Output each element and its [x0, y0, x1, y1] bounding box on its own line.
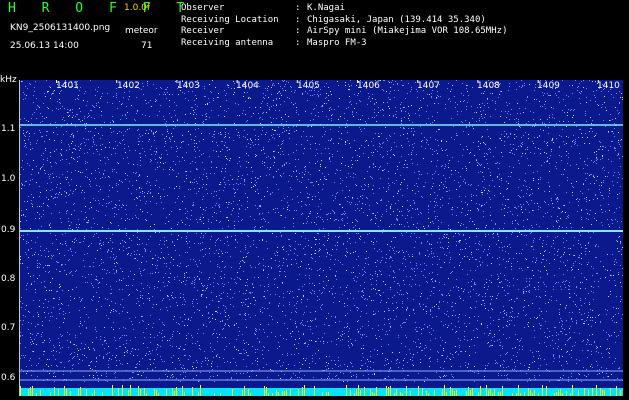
y-tick-label: 0.8 [1, 274, 16, 284]
spectrogram-canvas [20, 80, 623, 396]
filename-label: KN9_2506131400.png [10, 23, 111, 33]
header: H R O F F T 1.0.0f KN9_2506131400.png me… [0, 0, 629, 76]
x-tick-label: 1402 [117, 81, 140, 91]
info-row-antenna: Receiving antenna: Maspro FM-3 [181, 37, 367, 48]
spectrogram-plot [20, 80, 623, 396]
y-tick-label: 0.7 [1, 323, 16, 333]
meteor-label: meteor [125, 26, 158, 36]
x-tick-label: 1410 [597, 81, 620, 91]
info-row-location: Receiving Location: Chigasaki, Japan (13… [181, 14, 486, 25]
x-tick-label: 1408 [477, 81, 500, 91]
station-info: Observer: K.Nagai Receiving Location: Ch… [181, 3, 507, 49]
y-tick-label: 0.6 [1, 373, 16, 383]
datetime-label: 25.06.13 14:00 [10, 41, 79, 51]
x-tick-label: 1407 [417, 81, 440, 91]
meteor-count: 71 [141, 41, 153, 51]
x-tick-label: 1404 [236, 81, 259, 91]
y-tick-label: 1.1 [1, 124, 16, 134]
x-tick-label: 1405 [297, 81, 320, 91]
app-title: H R O F F T [8, 1, 194, 16]
x-tick-label: 1403 [177, 81, 200, 91]
x-tick-label: 1406 [357, 81, 380, 91]
y-tick-label: 0.9 [1, 225, 16, 235]
y-unit-label: kHz [0, 75, 17, 85]
y-tick-label: 1.0 [1, 174, 16, 184]
x-tick-label: 1401 [56, 81, 79, 91]
version-label: 1.0.0f [124, 3, 151, 13]
x-tick-label: 1409 [537, 81, 560, 91]
info-row-observer: Observer: K.Nagai [181, 3, 345, 13]
info-row-receiver: Receiver: AirSpy mini (Miakejima VOR 108… [181, 26, 508, 36]
